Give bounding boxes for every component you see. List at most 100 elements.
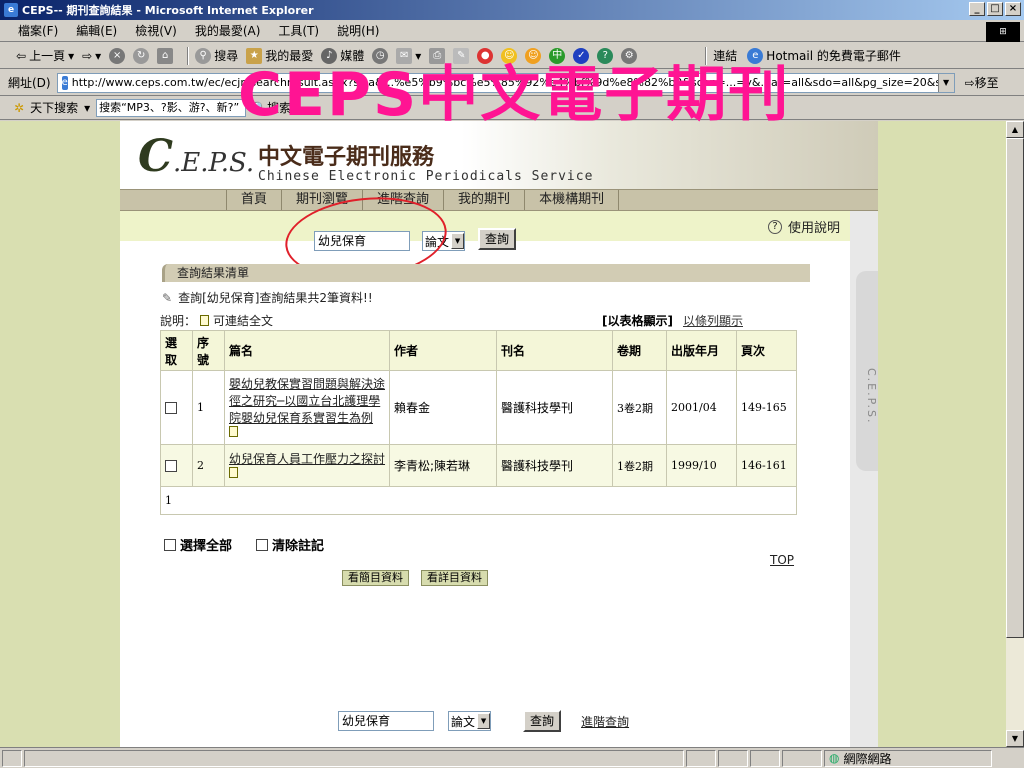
vertical-scrollbar[interactable]: ▲ ▼ <box>1006 121 1024 747</box>
view-actions: 看簡目資料 看詳目資料 <box>342 570 488 586</box>
messenger-button[interactable]: ● <box>477 47 494 64</box>
select-all-option[interactable]: 選擇全部 <box>164 535 232 554</box>
brief-view-button[interactable]: 看簡目資料 <box>342 570 409 586</box>
media-button[interactable]: ♪ 媒體 <box>321 47 364 64</box>
menu-tools[interactable]: 工具(T) <box>278 22 319 39</box>
detail-view-button[interactable]: 看詳目資料 <box>421 570 488 586</box>
mail-button[interactable]: ✉ ▾ <box>396 47 421 64</box>
close-button[interactable]: × <box>1005 2 1021 16</box>
smiley-button[interactable]: ☺ <box>501 47 518 64</box>
nav-institution[interactable]: 本機構期刊 <box>524 190 620 210</box>
help-bulb-button[interactable]: ? <box>597 47 614 64</box>
col-title: 篇名 <box>224 330 390 371</box>
legend: 說明： 可連結全文 <box>160 314 274 328</box>
bottom-scope-select[interactable]: 論文 ▼ <box>448 711 492 731</box>
toolbar-search-input[interactable]: 搜索“MP3、?影、游?、新?” <box>96 98 247 117</box>
maximize-button[interactable]: □ <box>987 2 1003 16</box>
edit-button[interactable]: ✎ <box>453 47 470 64</box>
row-pages: 149-165 <box>736 370 797 445</box>
search-button[interactable]: ⚲ 搜尋 <box>195 47 238 64</box>
article-title-link[interactable]: 幼兒保育人員工作壓力之探討 <box>229 452 385 466</box>
row-checkbox[interactable] <box>165 402 177 414</box>
top-link[interactable]: TOP <box>770 553 794 567</box>
smiley-icon: ☺ <box>525 47 542 64</box>
address-input[interactable]: e http://www.ceps.com.tw/ec/ecjnlsearchr… <box>56 72 955 93</box>
scroll-up-icon[interactable]: ▲ <box>1006 121 1024 138</box>
links-label[interactable]: 連結 <box>713 47 737 64</box>
page-number[interactable]: 1 <box>160 486 797 515</box>
ceps-side-tab[interactable]: C.E.P.S. <box>856 271 878 471</box>
go-arrow-icon: ⇨ <box>964 76 975 90</box>
edit-icon: ✎ <box>453 47 470 64</box>
site-nav: 首頁 期刊瀏覽 進階查詢 我的期刊 本機構期刊 <box>120 189 878 211</box>
results-table: 選取 序號 篇名 作者 刊名 卷期 出版年月 頁次 1 嬰幼兒教保實習問題與解決… <box>160 330 797 515</box>
row-issue: 1卷2期 <box>612 444 667 487</box>
address-bar: 網址(D) e http://www.ceps.com.tw/ec/ecjnls… <box>0 70 1024 96</box>
table-row: 1 嬰幼兒教保實習問題與解決途徑之研究─以國立台北護理學院嬰幼兒保育系實習生為例… <box>160 370 797 445</box>
scroll-thumb[interactable] <box>1006 138 1024 638</box>
menu-edit[interactable]: 編輯(E) <box>76 22 117 39</box>
fulltext-icon[interactable] <box>229 426 238 437</box>
fulltext-icon[interactable] <box>229 467 238 478</box>
bottom-search-input[interactable]: 幼兒保育 <box>338 711 434 731</box>
standard-toolbar: ⇦ 上一頁 ▾ ⇨ ▾ × ↻ ⌂ ⚲ 搜尋 ★ 我的最愛 ♪ 媒體 ◷ ✉ ▾ ⎙ ✎ ● … <box>0 43 1024 69</box>
clear-marks-checkbox[interactable] <box>256 538 269 551</box>
go-button[interactable]: ⇨移至 <box>965 74 999 91</box>
minimize-button[interactable]: _ <box>969 2 985 16</box>
stop-button[interactable]: × <box>109 47 126 64</box>
check-icon: ✓ <box>573 47 590 64</box>
bottom-search-button[interactable]: 查詢 <box>523 710 562 732</box>
advanced-search-link[interactable]: 進階查詢 <box>581 713 629 730</box>
nav-home[interactable]: 首頁 <box>226 190 281 210</box>
print-icon: ⎙ <box>429 47 446 64</box>
clear-marks-option[interactable]: 清除註記 <box>256 535 324 554</box>
bottom-search-form: 幼兒保育 論文 ▼ 查詢 進階查詢 <box>338 710 629 732</box>
page-icon: e <box>61 75 68 90</box>
menu-favorites[interactable]: 我的最愛(A) <box>195 22 261 39</box>
search-engine-label[interactable]: 天下搜索 <box>30 99 78 116</box>
menu-bar: 檔案(F) 編輯(E) 檢視(V) 我的最愛(A) 工具(T) 說明(H) <box>0 20 1024 42</box>
select-all-checkbox[interactable] <box>164 538 176 551</box>
favorites-icon: ★ <box>246 47 263 64</box>
site-subtitle: Chinese Electronic Periodicals Service <box>258 169 594 184</box>
row-number: 2 <box>192 444 225 487</box>
list-view-link[interactable]: 以條列顯示 <box>683 312 743 329</box>
scroll-down-icon[interactable]: ▼ <box>1006 730 1024 747</box>
print-button[interactable]: ⎙ <box>429 47 446 64</box>
row-author: 賴春金 <box>389 370 497 445</box>
check-button[interactable]: ✓ <box>573 47 590 64</box>
address-dropdown-icon[interactable]: ▼ <box>937 73 954 92</box>
menu-help[interactable]: 說明(H) <box>337 22 379 39</box>
status-text <box>24 749 684 767</box>
table-header-row: 選取 序號 篇名 作者 刊名 卷期 出版年月 頁次 <box>160 330 797 371</box>
ceps-logo[interactable]: C.E.P.S. <box>138 131 254 182</box>
chinese-input-button[interactable]: 中 <box>549 47 566 64</box>
ie-icon: e <box>4 3 18 17</box>
row-checkbox[interactable] <box>165 460 177 472</box>
toolbar-search-button[interactable]: 🔍搜索 <box>252 99 291 116</box>
back-button[interactable]: ⇦ 上一頁 ▾ <box>16 47 74 64</box>
forward-button[interactable]: ⇨ ▾ <box>82 49 101 63</box>
history-button[interactable]: ◷ <box>372 47 389 64</box>
status-page-icon <box>2 749 22 767</box>
smiley2-button[interactable]: ☺ <box>525 47 542 64</box>
col-pages: 頁次 <box>736 330 797 371</box>
row-date: 2001/04 <box>666 370 737 445</box>
top-search-button[interactable]: 查詢 <box>478 228 517 250</box>
col-date: 出版年月 <box>666 330 737 371</box>
status-zone: ◍ 網際網路 <box>824 749 992 767</box>
help-link[interactable]: ? 使用說明 <box>767 217 840 236</box>
home-button[interactable]: ⌂ <box>157 47 174 64</box>
row-journal: 醫護科技學刊 <box>496 444 613 487</box>
hotmail-link[interactable]: e Hotmail 的免費電子郵件 <box>747 47 901 64</box>
globe-icon: ◍ <box>829 751 840 765</box>
tools-button[interactable]: ⚙ <box>621 47 638 64</box>
article-title-link[interactable]: 嬰幼兒教保實習問題與解決途徑之研究─以國立台北護理學院嬰幼兒保育系實習生為例 <box>229 377 385 425</box>
refresh-button[interactable]: ↻ <box>133 47 150 64</box>
nav-my-journals[interactable]: 我的期刊 <box>443 190 524 210</box>
history-icon: ◷ <box>372 47 389 64</box>
menu-view[interactable]: 檢視(V) <box>135 22 177 39</box>
menu-file[interactable]: 檔案(F) <box>18 22 58 39</box>
ie-page-icon: e <box>747 47 764 64</box>
favorites-button[interactable]: ★ 我的最愛 <box>246 47 313 64</box>
